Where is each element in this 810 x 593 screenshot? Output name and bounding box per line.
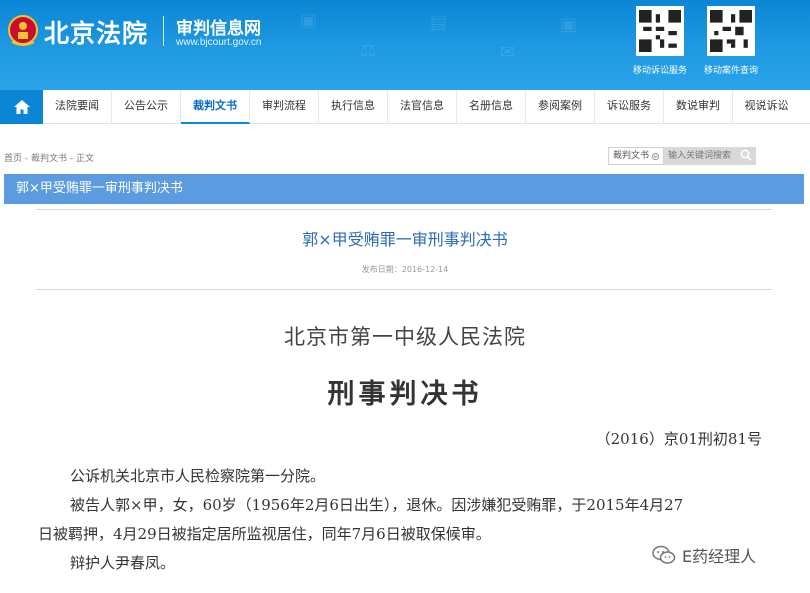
- nav-item-court-news[interactable]: 法院要闻: [43, 90, 112, 124]
- watermark-text: E药经理人: [682, 547, 757, 566]
- breadcrumb[interactable]: 首页 - 裁判文书 - 正文: [4, 151, 94, 164]
- nav-item-trial-process[interactable]: 审判流程: [250, 90, 319, 124]
- site-subtitle: 审判信息网: [176, 19, 261, 39]
- nav-item-judgments[interactable]: 裁判文书: [181, 90, 250, 124]
- search-bar: 裁判文书 输入关键词搜索: [608, 147, 757, 165]
- divider: [36, 289, 772, 290]
- nav-item-video-litigation[interactable]: 视说诉讼: [733, 90, 800, 124]
- document-number: （2016）京01刑初81号: [595, 430, 762, 448]
- decorative-icon: ⚖: [360, 40, 377, 61]
- wechat-watermark: E药经理人: [652, 543, 756, 567]
- document-type: 刑事判决书: [327, 379, 483, 410]
- qr-code-icon: [710, 10, 752, 52]
- document-title: 郭×甲受贿罪一审刑事判决书: [302, 230, 508, 249]
- home-icon: [13, 100, 30, 114]
- nav-item-announcements[interactable]: 公告公示: [112, 90, 181, 124]
- divider: [36, 209, 772, 210]
- qr-label-case-query: 移动案件查询: [703, 66, 758, 76]
- main-nav: 法院要闻 公告公示 裁判文书 审判流程 执行信息 法官信息 名册信息 参阅案例 …: [0, 90, 810, 124]
- paragraph-defendant-line1: 被告人郭×甲，女，60岁（1956年2月6日出生），退休。因涉嫌犯受贿罪，于20…: [70, 496, 684, 514]
- qr-code-icon: [639, 10, 681, 52]
- nav-item-litigation-service[interactable]: 诉讼服务: [595, 90, 664, 124]
- search-input[interactable]: 输入关键词搜索: [664, 147, 757, 165]
- search-category-label: 裁判文书: [613, 151, 650, 161]
- nav-item-data-trial[interactable]: 数说审判: [664, 90, 733, 124]
- decorative-icon: ▤: [430, 12, 448, 33]
- site-name[interactable]: 北京法院: [44, 14, 148, 50]
- qr-label-litigation: 移动诉讼服务: [632, 66, 687, 76]
- court-name: 北京市第一中级人民法院: [284, 325, 526, 349]
- nav-home-button[interactable]: [0, 90, 43, 124]
- search-placeholder: 输入关键词搜索: [668, 151, 732, 161]
- decorative-icon: ▣: [300, 10, 318, 31]
- publish-date: 发布日期：2016-12-14: [361, 265, 449, 274]
- search-category-select[interactable]: 裁判文书: [608, 147, 665, 165]
- decorative-icon: ✉: [500, 42, 516, 63]
- article-title-bar: 郭×甲受贿罪一审刑事判决书: [4, 174, 804, 204]
- wechat-icon: [652, 545, 676, 564]
- chevron-down-icon: [652, 152, 660, 160]
- nav-item-registers[interactable]: 名册信息: [457, 90, 526, 124]
- site-header: ▣ ⚖ ▤ ✉ ▣ 北京法院 审判信息网 www.bjcourt.gov.cn …: [0, 0, 810, 90]
- search-icon[interactable]: [740, 149, 752, 161]
- decorative-icon: ▣: [560, 14, 578, 35]
- qr-code-case-query[interactable]: [707, 6, 755, 56]
- nav-item-enforcement[interactable]: 执行信息: [319, 90, 388, 124]
- paragraph-prosecutor: 公诉机关北京市人民检察院第一分院。: [70, 467, 326, 485]
- court-emblem-icon: [8, 15, 38, 46]
- header-divider: [163, 16, 164, 46]
- nav-item-judges[interactable]: 法官信息: [388, 90, 457, 124]
- qr-code-litigation[interactable]: [636, 6, 684, 56]
- site-url: www.bjcourt.gov.cn: [176, 37, 262, 48]
- nav-item-reference-cases[interactable]: 参阅案例: [526, 90, 595, 124]
